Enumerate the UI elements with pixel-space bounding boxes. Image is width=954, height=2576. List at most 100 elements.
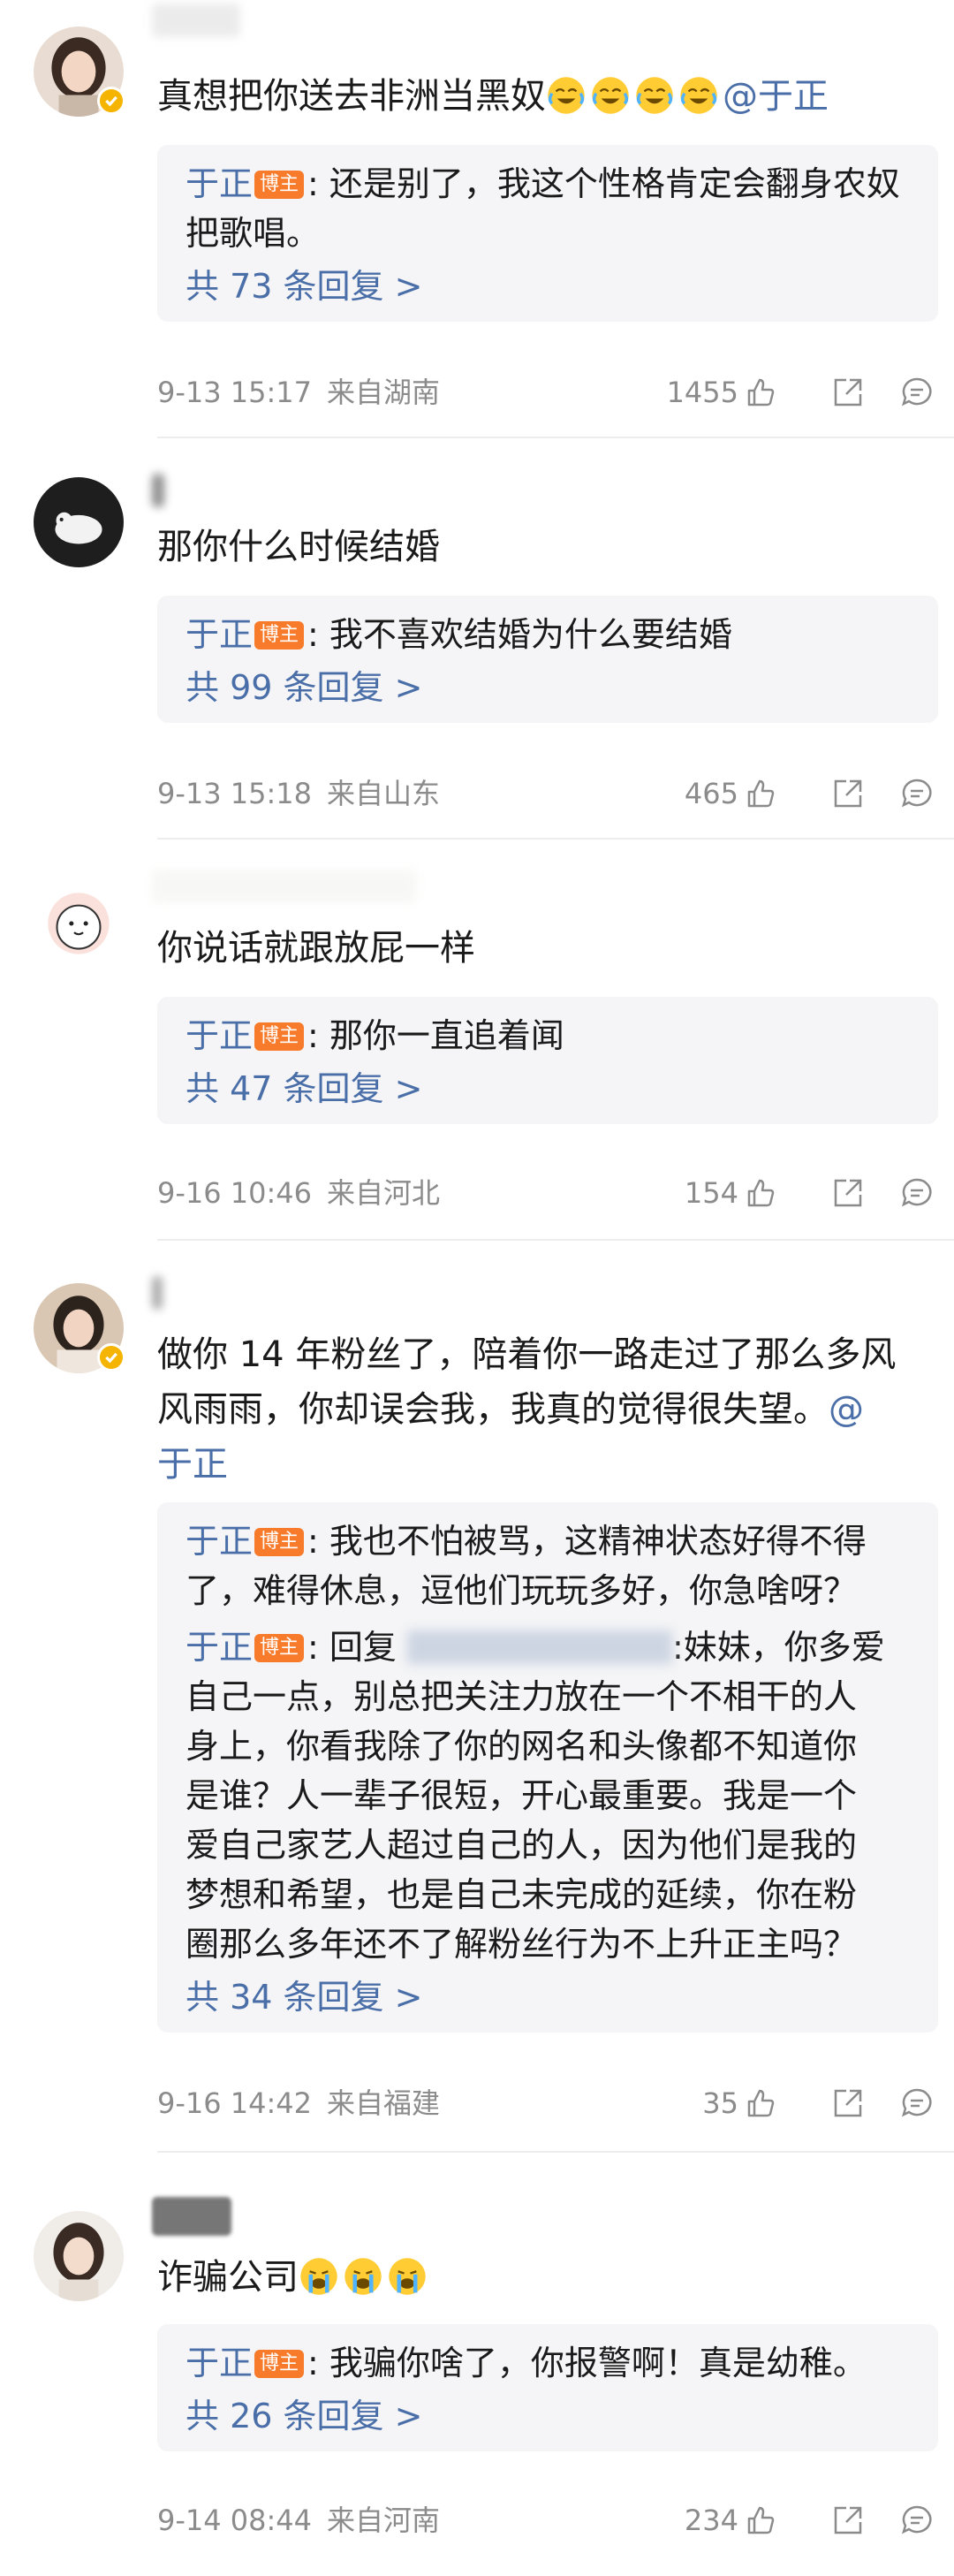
mention-link[interactable]: @ [829, 1389, 864, 1430]
reply-text: :妹妹，你多爱 [672, 1628, 885, 1667]
reply-text: : 那你一直追着闻 [307, 1016, 564, 1055]
avatar[interactable] [34, 2211, 124, 2301]
reply-author[interactable]: 于正 [186, 2344, 253, 2382]
reply-line: 爱自己家艺人超过自己的人，因为他们是我的 [186, 1826, 858, 1865]
comment-meta: 9-13 15:17 来自湖南 1455 [157, 375, 935, 410]
divider [157, 838, 954, 840]
crying-emoji [387, 2257, 431, 2298]
tears-of-joy-emoji [546, 76, 590, 117]
username-blurred[interactable] [152, 4, 240, 37]
like-count: 35 [702, 2086, 738, 2120]
reply-line: 了，难得休息，逗他们玩玩多好，你急啥呀？ [186, 1571, 858, 1610]
comment-meta: 9-16 10:46 来自河北 154 [157, 1175, 935, 1211]
username-blurred[interactable] [152, 474, 164, 507]
share-icon[interactable] [830, 2086, 866, 2121]
reply-line: 身上，你看我除了你的网名和头像都不知道你 [186, 1727, 858, 1766]
reply-box[interactable]: 于正 博主: 我也不怕被骂，这精神状态好得不得 了，难得休息，逗他们玩玩多好，你急… [157, 1502, 938, 2033]
like-icon[interactable] [742, 375, 777, 410]
like-count: 154 [684, 1176, 738, 1210]
reply-box[interactable]: 于正 博主: 那你一直追着闻 共 47 条回复 > [157, 997, 938, 1124]
reply-line: 于正 博主: 我不喜欢结婚为什么要结婚 [186, 610, 910, 659]
like-count: 1455 [666, 376, 738, 409]
comment-text: 诈骗公司 [157, 2250, 935, 2305]
comment-time: 9-16 10:46 [157, 1176, 313, 1210]
tears-of-joy-emoji [590, 76, 634, 117]
verified-badge-icon [97, 87, 125, 115]
reply-author[interactable]: 于正 [186, 164, 253, 203]
reply-icon[interactable] [899, 776, 935, 811]
share-icon[interactable] [830, 375, 866, 410]
reply-line: 自己一点，别总把关注力放在一个不相干的人 [186, 1677, 858, 1716]
crying-emoji [299, 2257, 343, 2298]
reply-box[interactable]: 于正 博主: 还是别了，我这个性格肯定会翻身农奴把歌唱。 共 73 条回复 > [157, 145, 938, 322]
comment-text: 做你 14 年粉丝了，陪着你一路走过了那么多风 风雨雨，你却误会我，我真的觉得很… [157, 1327, 935, 1492]
reply-line: 是谁？人一辈子很短，开心最重要。我是一个 [186, 1776, 858, 1815]
reply-text: : 我也不怕被骂，这精神状态好得不得 [307, 1522, 867, 1561]
reply-icon[interactable] [899, 2503, 935, 2538]
comment-meta: 9-13 15:18 来自山东 465 [157, 776, 935, 811]
verified-badge-icon [97, 1343, 125, 1372]
comment-location: 来自山东 [327, 777, 441, 810]
comment-location: 来自河北 [327, 1176, 441, 1210]
comment-text: 你说话就跟放屁一样 [157, 928, 475, 969]
like-count: 234 [684, 2504, 738, 2537]
comment-meta: 9-14 08:44 来自河南 234 [157, 2503, 935, 2538]
reply-icon[interactable] [899, 2086, 935, 2121]
author-badge: 博主 [254, 621, 305, 650]
author-badge: 博主 [254, 1528, 305, 1556]
reply-target-blurred[interactable] [407, 1630, 672, 1664]
reply-icon[interactable] [899, 1175, 935, 1211]
author-badge: 博主 [254, 1634, 305, 1662]
reply-box[interactable]: 于正 博主: 我骗你啥了，你报警啊！真是幼稚。 共 26 条回复 > [157, 2324, 938, 2451]
comment-time: 9-14 08:44 [157, 2504, 313, 2537]
reply-text: : 我不喜欢结婚为什么要结婚 [307, 615, 732, 654]
avatar[interactable] [34, 477, 124, 567]
comment-time: 9-13 15:18 [157, 777, 313, 810]
reply-author[interactable]: 于正 [186, 1522, 253, 1561]
comment-meta: 9-16 14:42 来自福建 35 [157, 2086, 935, 2121]
crying-emoji [343, 2257, 387, 2298]
divider [157, 437, 954, 438]
username-blurred[interactable] [152, 870, 417, 903]
reply-text: : 回复 [307, 1628, 407, 1667]
comment-location: 来自河南 [327, 2504, 441, 2537]
reply-line: 圈那么多年还不了解粉丝行为不上升正主吗？ [186, 1925, 858, 1964]
tears-of-joy-emoji [678, 76, 723, 117]
comment-location: 来自湖南 [327, 376, 441, 409]
view-replies-link[interactable]: 共 26 条回复 > [186, 2391, 910, 2441]
reply-author[interactable]: 于正 [186, 1016, 253, 1055]
like-count: 465 [684, 777, 738, 810]
share-icon[interactable] [830, 776, 866, 811]
like-icon[interactable] [742, 2503, 777, 2538]
reply-line: 于正 博主: 我骗你啥了，你报警啊！真是幼稚。 [186, 2338, 910, 2388]
like-icon[interactable] [742, 2086, 777, 2121]
author-badge: 博主 [254, 2350, 305, 2378]
comment-location: 来自福建 [327, 2086, 441, 2120]
comment-text: 那你什么时候结婚 [157, 527, 440, 567]
reply-author[interactable]: 于正 [186, 1628, 253, 1667]
reply-line: 于正 博主: 还是别了，我这个性格肯定会翻身农奴把歌唱。 [186, 159, 910, 258]
tears-of-joy-emoji [634, 76, 678, 117]
share-icon[interactable] [830, 1175, 866, 1211]
share-icon[interactable] [830, 2503, 866, 2538]
comment-time: 9-16 14:42 [157, 2086, 313, 2120]
like-icon[interactable] [742, 776, 777, 811]
reply-author[interactable]: 于正 [186, 615, 253, 654]
view-replies-link[interactable]: 共 34 条回复 > [186, 1972, 910, 2022]
view-replies-link[interactable]: 共 47 条回复 > [186, 1064, 910, 1113]
view-replies-link[interactable]: 共 99 条回复 > [186, 663, 910, 712]
author-badge: 博主 [254, 1022, 305, 1051]
reply-box[interactable]: 于正 博主: 我不喜欢结婚为什么要结婚 共 99 条回复 > [157, 596, 938, 723]
mention-link[interactable]: 于正 [157, 1437, 935, 1492]
comment-time: 9-13 15:17 [157, 376, 313, 409]
username-blurred[interactable] [152, 1276, 163, 1310]
like-icon[interactable] [742, 1175, 777, 1211]
reply-icon[interactable] [899, 375, 935, 410]
avatar[interactable] [34, 878, 124, 969]
view-replies-link[interactable]: 共 73 条回复 > [186, 262, 910, 311]
username-blurred[interactable] [152, 2197, 231, 2236]
author-badge: 博主 [254, 171, 305, 199]
divider [157, 1239, 954, 1241]
divider [157, 2151, 954, 2153]
mention-link[interactable]: @于正 [723, 76, 829, 117]
